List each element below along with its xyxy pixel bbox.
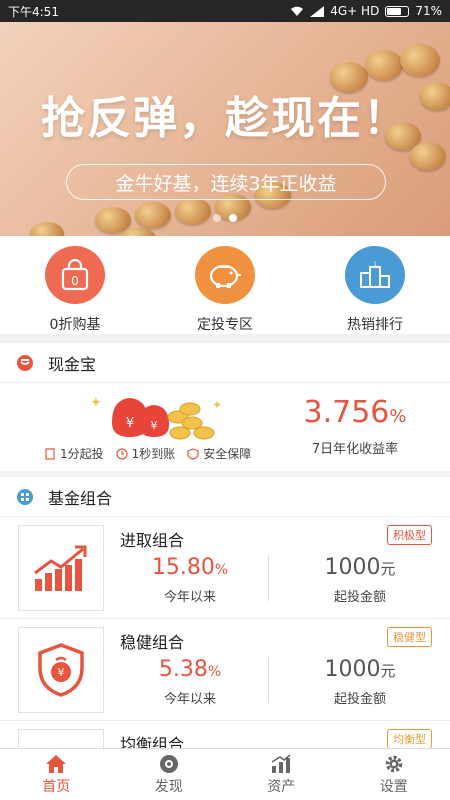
cash-rate-value: 3.756% [300,395,410,430]
quick-menu: 0 0折购基 定投专区 1 热销排行 [0,236,450,334]
fund-return: 5.38% [140,657,240,682]
clock-icon [116,447,128,460]
feature-item: 1分起投 [44,445,104,462]
network-label: 4G+ HD [330,4,380,18]
return-value: 15.80 [151,555,215,580]
banner-subtitle: 金牛好基，连续3年正收益 [66,164,386,200]
feature-item: 1秒到账 [116,445,176,462]
pagination-dot [213,214,221,222]
rate-unit: % [389,406,407,427]
quick-label: 热销排行 [347,317,403,333]
section-title: 现金宝 [48,354,97,374]
promo-banner[interactable]: 抢反弹，趁现在！ 金牛好基，连续3年正收益 [0,22,450,236]
document-icon [45,447,55,460]
cash-treasure-icon [17,354,33,371]
svg-text:✦: ✦ [212,398,222,412]
fund-return-label: 今年以来 [163,692,216,707]
min-value: 1000 [324,555,381,580]
piggy-bank-icon [195,246,255,304]
podium-icon: 1 [345,246,405,304]
shield-money-icon: ¥ [18,627,104,713]
cash-section-header[interactable]: 现金宝 [0,343,450,383]
banner-pagination [0,214,450,222]
discover-icon [159,754,178,773]
rate-number: 3.756 [303,395,390,430]
nav-label: 资产 [267,778,296,795]
fund-min-block: 1000元 起投金额 [305,555,415,605]
fund-risk-tag: 均衡型 [387,729,432,749]
min-unit: 元 [380,662,396,680]
assets-chart-icon [271,753,291,773]
fund-card-steady[interactable]: ¥ 稳健组合 稳健型 5.38% 今年以来 1000元 起投金额 [0,619,450,721]
wifi-icon [291,6,304,16]
svg-text:¥: ¥ [58,666,65,679]
quick-item-zero-fee[interactable]: 0 0折购基 [0,236,150,334]
divider [268,555,269,601]
shopping-bag-icon: 0 [45,246,105,304]
feature-label: 1分起投 [60,447,104,461]
fund-section-header[interactable]: 基金组合 [0,477,450,517]
quick-item-fixed-invest[interactable]: 定投专区 [150,236,300,334]
quick-label: 定投专区 [197,317,253,333]
nav-item-assets[interactable]: 资产 [225,749,338,800]
battery-percent: 71% [415,4,442,18]
feature-item: 安全保障 [187,445,251,462]
status-bar: 下午4:51 4G+ HD 71% [0,0,450,22]
bottom-nav: 首页 发现 资产 设置 [0,748,450,800]
status-time: 下午4:51 [8,4,59,19]
nav-label: 设置 [379,778,408,795]
fund-return-block: 15.80% 今年以来 [140,555,240,605]
cash-features: 1分起投 1秒到账 安全保障 [44,445,251,462]
fund-name: 进取组合 [120,531,185,550]
svg-text:¥: ¥ [126,416,134,431]
money-bags-illustration: ✦ ✦ ¥ ¥ [40,389,260,447]
fund-name: 稳健组合 [120,633,185,652]
fund-min-label: 起投金额 [333,590,386,605]
cash-rate-block: 3.756% 7日年化收益率 [300,395,410,457]
feature-label: 1秒到账 [131,447,176,461]
divider [268,657,269,703]
fund-min-amount: 1000元 [305,555,415,580]
fund-card-aggressive[interactable]: 进取组合 积极型 15.80% 今年以来 1000元 起投金额 [0,517,450,619]
min-value: 1000 [324,657,381,682]
home-icon [46,754,67,773]
fund-return-block: 5.38% 今年以来 [140,657,240,707]
status-indicators: 4G+ HD 71% [290,4,442,18]
nav-label: 发现 [154,778,183,795]
svg-text:¥: ¥ [151,419,158,432]
nav-item-discover[interactable]: 发现 [113,749,226,800]
svg-text:1: 1 [373,261,377,268]
return-value: 5.38 [158,657,208,682]
nav-item-home[interactable]: 首页 [0,749,113,800]
pagination-dot-active [229,214,237,222]
feature-label: 安全保障 [203,447,252,461]
return-unit: % [214,562,229,578]
nav-item-settings[interactable]: 设置 [338,749,450,800]
fund-return-label: 今年以来 [163,590,216,605]
section-title: 基金组合 [48,488,113,508]
svg-text:0: 0 [71,274,79,288]
trending-up-chart-icon [18,525,104,611]
cash-rate-label: 7日年化收益率 [311,442,399,457]
quick-label: 0折购基 [49,317,101,333]
grid-icon [17,488,33,505]
min-unit: 元 [380,560,396,578]
fund-return: 15.80% [140,555,240,580]
nav-label: 首页 [42,778,71,795]
fund-risk-tag: 稳健型 [387,627,432,647]
quick-item-hot-ranking[interactable]: 1 热销排行 [300,236,450,334]
banner-title: 抢反弹，趁现在！ [41,93,409,144]
battery-icon [385,5,410,17]
gear-icon [385,755,402,772]
fund-min-amount: 1000元 [305,657,415,682]
svg-text:✦: ✦ [90,395,102,411]
return-unit: % [207,664,222,680]
signal-icon [310,5,325,17]
cash-card[interactable]: ✦ ✦ ¥ ¥ 1分起投 1秒到账 安全保障 3.756% 7日年化收益率 [0,383,450,471]
shield-icon [187,447,199,460]
fund-min-label: 起投金额 [333,692,386,707]
fund-min-block: 1000元 起投金额 [305,657,415,707]
fund-risk-tag: 积极型 [387,525,432,545]
